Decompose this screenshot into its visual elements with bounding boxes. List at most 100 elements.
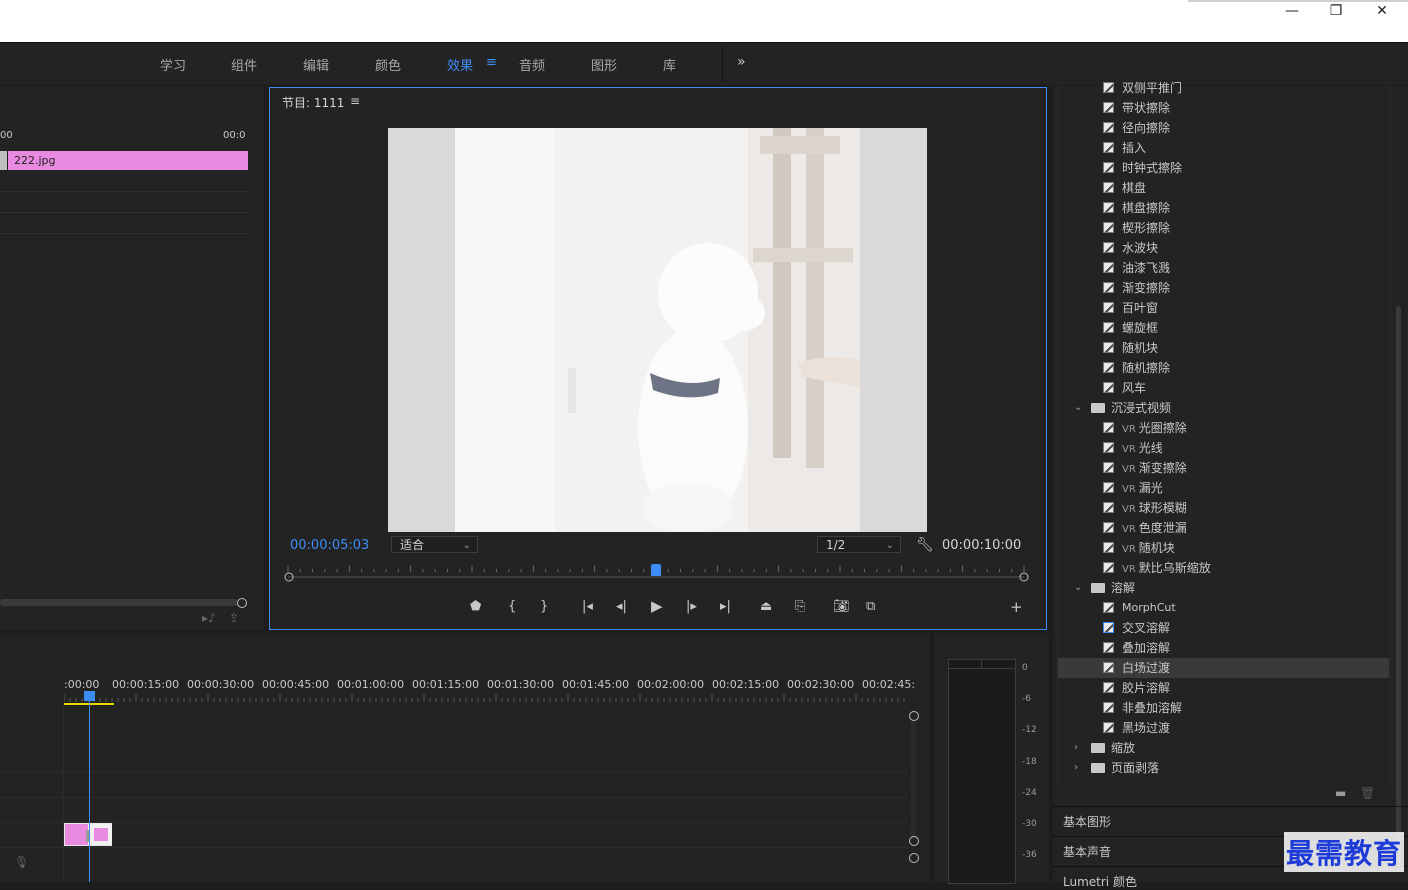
workspace-tab-effects[interactable]: 效果 bbox=[447, 55, 473, 74]
step-forward-icon[interactable]: |▸ bbox=[686, 599, 697, 614]
minimize-icon[interactable]: — bbox=[1272, 2, 1312, 20]
transition-icon bbox=[1103, 342, 1114, 353]
step-back-icon[interactable]: ◂| bbox=[616, 599, 627, 614]
go-to-out-icon[interactable]: ▸| bbox=[720, 599, 731, 614]
source-scroll-handle[interactable] bbox=[237, 598, 247, 608]
play-icon[interactable]: ▶ bbox=[651, 597, 663, 615]
timeline-time-label: 00:02:00:00 bbox=[637, 678, 705, 691]
transition-icon bbox=[1103, 482, 1114, 493]
microphone-icon[interactable]: 🎙︎ bbox=[14, 855, 29, 869]
lift-icon[interactable]: ⏏ bbox=[760, 599, 772, 614]
transition-icon bbox=[1103, 282, 1114, 293]
source-clip[interactable]: 222.jpg bbox=[8, 151, 248, 170]
timeline-time-label: 00:02:45: bbox=[862, 678, 916, 691]
workspace-tab-learn[interactable]: 学习 bbox=[160, 55, 186, 74]
program-menu-icon[interactable]: ≡ bbox=[350, 94, 360, 108]
timeline-time-label: 00:02:15:00 bbox=[712, 678, 780, 691]
workspace-tab-libraries[interactable]: 库 bbox=[663, 55, 676, 74]
mark-in-icon[interactable]: { bbox=[508, 599, 516, 614]
transition-icon bbox=[1103, 462, 1114, 473]
effects-scrollbar[interactable] bbox=[1396, 306, 1401, 866]
more-workspaces-icon[interactable]: » bbox=[737, 54, 746, 70]
transition-icon bbox=[1103, 122, 1114, 133]
camera-icon[interactable]: 📷︎ bbox=[833, 599, 850, 614]
meter-label: -18 bbox=[1022, 757, 1037, 767]
track-header-divider bbox=[63, 703, 64, 882]
video-preview bbox=[388, 128, 927, 532]
timeline-time-label: 00:00:15:00 bbox=[112, 678, 180, 691]
track-divider bbox=[0, 822, 908, 823]
transition-icon bbox=[1103, 302, 1114, 313]
timeline-vscrollbar[interactable] bbox=[911, 719, 916, 839]
chevron-right-icon[interactable]: › bbox=[1074, 758, 1078, 778]
chevron-down-icon[interactable]: ⌄ bbox=[1074, 398, 1082, 418]
transition-icon bbox=[1103, 542, 1114, 553]
transition-clip-fill bbox=[94, 828, 108, 841]
program-playhead[interactable] bbox=[651, 564, 661, 576]
comparison-view-icon[interactable]: ⧉ bbox=[866, 599, 875, 614]
transition-icon bbox=[1103, 222, 1114, 233]
wrench-icon[interactable]: 🔧︎ bbox=[916, 537, 934, 553]
meter-channel-divider bbox=[981, 660, 982, 668]
transition-icon bbox=[1103, 522, 1114, 533]
scroll-handle-top[interactable] bbox=[909, 711, 919, 721]
transition-icon bbox=[1103, 82, 1114, 93]
panel-essential-sound[interactable]: 基本声音 bbox=[1063, 843, 1111, 860]
transition-icon bbox=[1103, 602, 1114, 613]
transition-icon bbox=[1103, 322, 1114, 333]
timeline-playhead-line bbox=[89, 691, 90, 882]
chevron-down-icon[interactable]: ⌄ bbox=[1074, 578, 1082, 598]
workspace-tab-color[interactable]: 颜色 bbox=[375, 55, 401, 74]
extract-icon[interactable]: ⎘ bbox=[795, 599, 805, 614]
timeline-time-label: 00:01:15:00 bbox=[412, 678, 480, 691]
source-scrollbar[interactable] bbox=[0, 599, 238, 606]
new-folder-icon[interactable]: ▬ bbox=[1335, 786, 1346, 800]
timeline-playhead[interactable] bbox=[84, 691, 95, 701]
chevron-right-icon[interactable]: › bbox=[1074, 738, 1078, 758]
resolution-select[interactable]: 1/2 ⌄ bbox=[817, 536, 901, 553]
source-ruler-start: 00 bbox=[0, 130, 13, 141]
transition-icon bbox=[1103, 622, 1114, 633]
transition-icon bbox=[1103, 182, 1114, 193]
transition-icon bbox=[1103, 662, 1114, 673]
transition-icon bbox=[1103, 382, 1114, 393]
transition-icon bbox=[1103, 422, 1114, 433]
timeline-time-label: 00:02:30:00 bbox=[787, 678, 855, 691]
close-icon[interactable]: ✕ bbox=[1362, 2, 1402, 20]
resolution-value: 1/2 bbox=[826, 538, 846, 552]
scroll-handle-bottom[interactable] bbox=[909, 836, 919, 846]
insert-icon[interactable]: ▸♪ bbox=[202, 611, 216, 625]
workspace-tab-graphics[interactable]: 图形 bbox=[591, 55, 617, 74]
poodle-image bbox=[388, 128, 927, 532]
workspace-tab-audio[interactable]: 音频 bbox=[519, 55, 545, 74]
total-duration: 00:00:10:00 bbox=[942, 538, 1022, 553]
workspace-tab-assembly[interactable]: 组件 bbox=[231, 55, 257, 74]
track-divider bbox=[0, 233, 248, 234]
workspace-tab-editing[interactable]: 编辑 bbox=[303, 55, 329, 74]
folder-icon bbox=[1091, 583, 1105, 593]
transition-icon bbox=[1103, 262, 1114, 273]
folder-icon bbox=[1091, 403, 1105, 413]
transition-icon bbox=[1103, 102, 1114, 113]
source-panel: 00 00:0 222.jpg ▸♪ ⇪ bbox=[0, 86, 264, 630]
timeline-time-label: :00:00 bbox=[64, 678, 100, 691]
transition-icon bbox=[1103, 642, 1114, 653]
zoom-select[interactable]: 适合 ⌄ bbox=[391, 536, 478, 553]
transition-icon bbox=[1103, 562, 1114, 573]
audio-meter bbox=[948, 659, 1016, 884]
timeline-ruler[interactable] bbox=[64, 694, 910, 702]
trash-icon[interactable]: 🗑︎ bbox=[1360, 786, 1375, 800]
timeline-time-label: 00:00:30:00 bbox=[187, 678, 255, 691]
transition-icon bbox=[1103, 442, 1114, 453]
panel-essential-graphics[interactable]: 基本图形 bbox=[1063, 813, 1111, 830]
scroll-handle-audio[interactable] bbox=[909, 853, 919, 863]
restore-icon[interactable]: ❐ bbox=[1316, 2, 1356, 20]
add-button-icon[interactable]: + bbox=[1010, 598, 1023, 616]
add-marker-icon[interactable]: ⬟ bbox=[470, 599, 481, 614]
current-timecode[interactable]: 00:00:05:03 bbox=[290, 538, 369, 553]
go-to-in-icon[interactable]: |◂ bbox=[582, 599, 593, 614]
chevron-down-icon: ⌄ bbox=[885, 540, 894, 551]
mark-out-icon[interactable]: } bbox=[540, 599, 548, 614]
export-icon[interactable]: ⇪ bbox=[229, 611, 239, 625]
workspace-menu-icon[interactable]: ≡ bbox=[486, 55, 497, 70]
